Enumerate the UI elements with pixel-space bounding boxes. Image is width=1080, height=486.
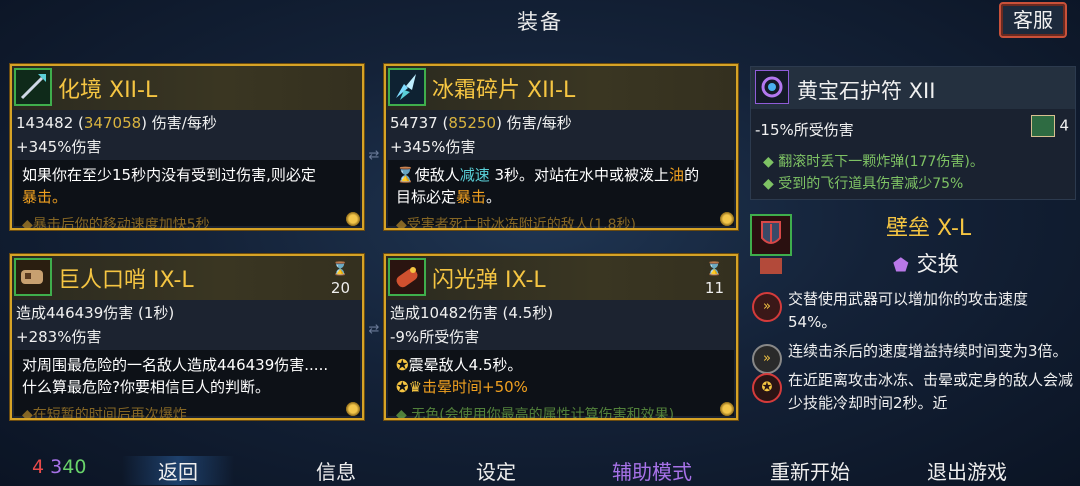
weapon-dps: 54737 (85250) 伤害/每秒	[390, 114, 572, 132]
cooldown-timer: ⌛ 11	[704, 262, 724, 297]
page-title: 装备	[517, 10, 563, 34]
skill-damage: 造成10482伤害 (4.5秒)	[390, 304, 554, 322]
weapon-extra-effect: ◆暴击后你的移动速度加快5秒	[22, 217, 210, 230]
skill-damage: 造成446439伤害 (1秒)	[16, 304, 175, 322]
whistle-icon	[14, 258, 52, 296]
mutation-icon	[760, 258, 782, 274]
spear-icon	[14, 68, 52, 106]
amulet-effect-1: ◆ 翻滚时丢下一颗炸弹(177伤害)。	[763, 154, 984, 170]
trait-item: » 交替使用武器可以增加你的攻击速度54%。	[750, 288, 1076, 334]
skill-bonus: -9%所受伤害	[390, 328, 480, 346]
weapon-card-2[interactable]: 冰霜碎片 XII-L 54737 (85250) 伤害/每秒 +345%伤害 ⌛…	[384, 64, 738, 230]
hourglass-icon: ⌛	[332, 262, 349, 277]
cooldown-timer: ⌛ 20	[330, 262, 350, 297]
skill-card-2[interactable]: 闪光弹 IX-L ⌛ 11 造成10482伤害 (4.5秒) -9%所受伤害 ✪震…	[384, 254, 738, 420]
info-button[interactable]: 信息	[316, 456, 356, 485]
cooldown-icon: ✪	[752, 373, 782, 403]
amulet-stat: -15%所受伤害	[755, 121, 854, 139]
scroll-counts: 4 340	[32, 456, 87, 478]
stun-icon: ✪	[396, 356, 409, 374]
stun-crown-icon: ✪♛	[396, 378, 423, 396]
assist-mode-button[interactable]: 辅助模式	[612, 456, 692, 485]
weapon-extra-effect: ◆受害者死亡时冰冻附近的敌人(1.8秒)	[396, 217, 636, 230]
restart-button[interactable]: 重新开始	[770, 456, 850, 485]
amulet-icon	[755, 70, 789, 104]
hourglass-icon: ⌛	[706, 262, 723, 277]
back-button[interactable]: 返回	[122, 456, 234, 485]
ice-shard-icon	[388, 68, 426, 106]
weapon-name: 冰霜碎片 XII-L	[432, 78, 576, 103]
swap-arrows-icon: ⇄	[368, 322, 380, 337]
hourglass-icon: ⌛	[396, 166, 415, 184]
amulet-name: 黄宝石护符 XII	[797, 79, 936, 103]
skill-extra-effect: ◆在短暂的时间后再次爆炸	[22, 407, 187, 420]
skill-bonus: +283%伤害	[16, 328, 102, 346]
quit-game-button[interactable]: 退出游戏	[927, 456, 1007, 485]
trait-item: » 连续击杀后的速度增益持续时间变为3倍。	[750, 340, 1076, 374]
shield-traits: » 交替使用武器可以增加你的攻击速度54%。 » 连续击杀后的速度增益持续时间变为3…	[750, 288, 1076, 422]
skill-name: 巨人口哨 IX-L	[58, 268, 194, 293]
skill-card-1[interactable]: 巨人口哨 IX-L ⌛ 20 造成446439伤害 (1秒) +283%伤害 对周…	[10, 254, 364, 420]
bottom-nav-bar: 4 340 返回 信息 设定 辅助模式 重新开始 退出游戏	[0, 448, 1080, 486]
weapon-name: 化境 XII-L	[58, 78, 158, 103]
weapon-bonus: +345%伤害	[390, 138, 476, 156]
weapon-dps: 143482 (347058) 伤害/每秒	[16, 114, 217, 132]
amulet-count: 4	[1031, 115, 1069, 137]
amulet-panel[interactable]: 黄宝石护符 XII -15%所受伤害 4 ◆ 翻滚时丢下一颗炸弹(177伤害)。…	[750, 66, 1076, 200]
amulet-effect-2: ◆ 受到的飞行道具伤害减少75%	[763, 176, 964, 192]
skill-name: 闪光弹 IX-L	[432, 268, 546, 293]
corner-gem-icon	[720, 212, 734, 226]
weapon-card-1[interactable]: 化境 XII-L 143482 (347058) 伤害/每秒 +345%伤害 如…	[10, 64, 364, 230]
tactics-icon: »	[752, 292, 782, 322]
shield-name: 壁垒 X-L	[886, 216, 972, 241]
corner-gem-icon	[720, 402, 734, 416]
weapon-bonus: +345%伤害	[16, 138, 102, 156]
swap-icon: ⬟	[893, 255, 909, 276]
settings-button[interactable]: 设定	[476, 456, 516, 485]
swap-arrows-icon: ⇄	[368, 148, 380, 163]
shield-icon[interactable]	[750, 214, 792, 256]
corner-gem-icon	[346, 402, 360, 416]
support-button[interactable]: 客服	[999, 2, 1067, 38]
map-icon	[1031, 115, 1056, 137]
corner-gem-icon	[346, 212, 360, 226]
trait-item: ✪ 在近距离攻击冰冻、击晕或定身的敌人会减少技能冷却时间2秒。近	[750, 369, 1076, 415]
flashbang-icon	[388, 258, 426, 296]
skill-extra-effect: ◆ 无色(会使用你最高的属性计算伤害和效果)	[396, 407, 675, 420]
swap-button[interactable]: ⬟ 交换	[893, 248, 959, 278]
